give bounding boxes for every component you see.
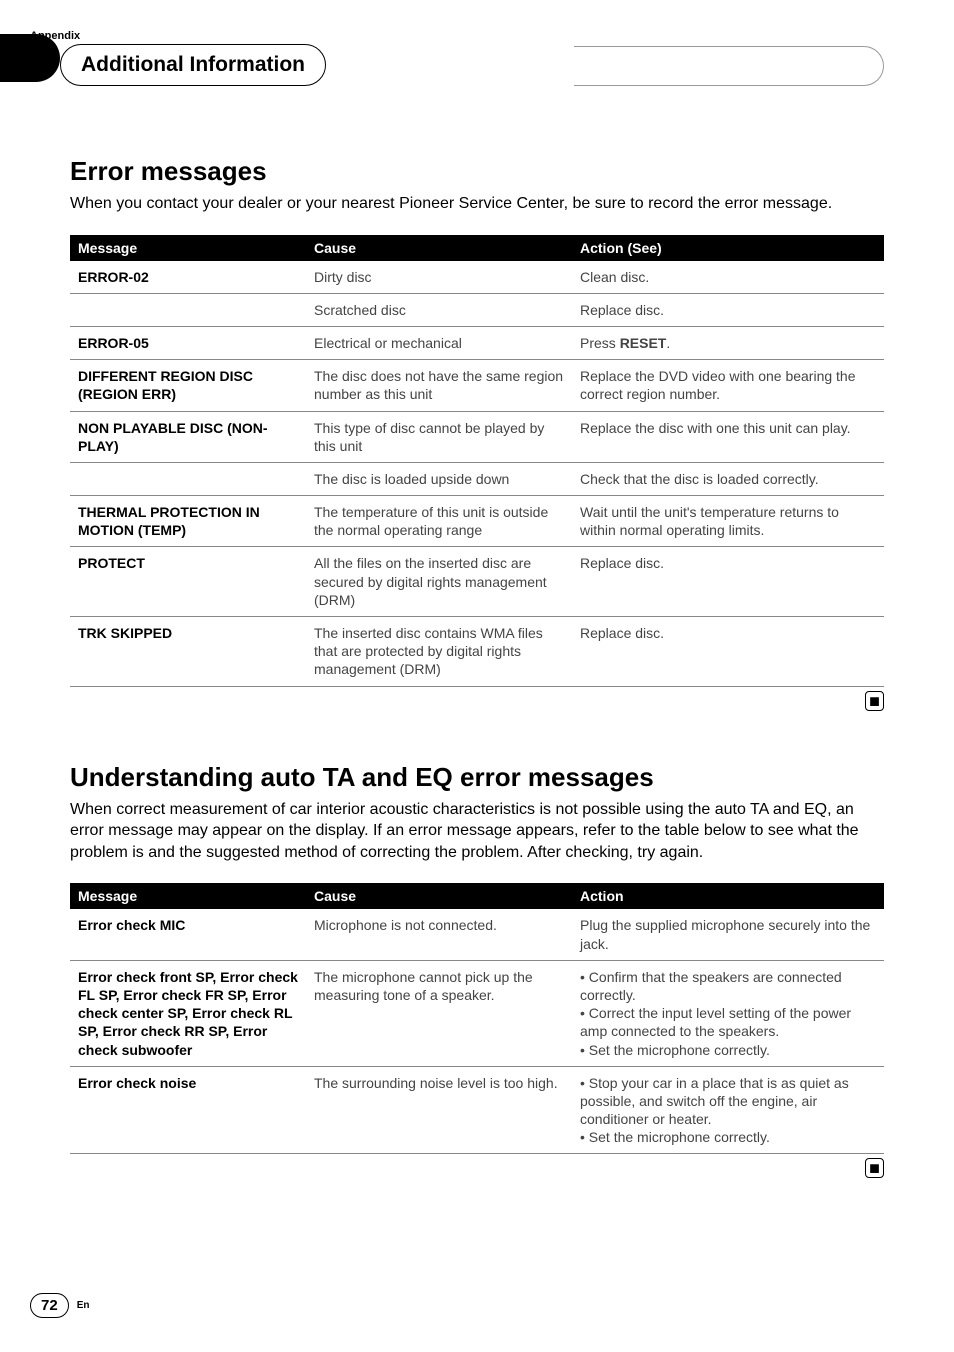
table-row: Error check MICMicrophone is not connect…	[70, 909, 884, 960]
th-cause: Cause	[306, 235, 572, 261]
table-row: DIFFERENT REGION DISC (REGION ERR)The di…	[70, 360, 884, 411]
section2-title: Understanding auto TA and EQ error messa…	[70, 762, 884, 793]
table-row: The disc is loaded upside downCheck that…	[70, 462, 884, 495]
section1-intro: When you contact your dealer or your nea…	[70, 193, 884, 215]
section2-intro: When correct measurement of car interior…	[70, 799, 884, 864]
table-row: PROTECTAll the files on the inserted dis…	[70, 547, 884, 617]
error-table-1: Message Cause Action (See) ERROR-02Dirty…	[70, 235, 884, 687]
lang-label: En	[77, 1300, 90, 1311]
table-row: Error check front SP, Error check FL SP,…	[70, 960, 884, 1066]
th-action: Action (See)	[572, 235, 884, 261]
table-row: Scratched discReplace disc.	[70, 293, 884, 326]
th-cause: Cause	[306, 883, 572, 909]
end-mark-2: ■	[70, 1158, 884, 1179]
table-row: ERROR-02Dirty discClean disc.	[70, 261, 884, 294]
header-decor	[574, 46, 884, 86]
page-footer: 72 En	[30, 1293, 89, 1318]
error-table-2: Message Cause Action Error check MICMicr…	[70, 883, 884, 1154]
page-header-title: Additional Information	[60, 44, 326, 86]
th-message: Message	[70, 883, 306, 909]
table-row: NON PLAYABLE DISC (NON-PLAY)This type of…	[70, 411, 884, 462]
th-message: Message	[70, 235, 306, 261]
table-row: TRK SKIPPEDThe inserted disc contains WM…	[70, 617, 884, 687]
table-row: ERROR-05Electrical or mechanicalPress RE…	[70, 326, 884, 359]
section1-title: Error messages	[70, 156, 884, 187]
appendix-label: Appendix	[30, 30, 884, 42]
th-action: Action	[572, 883, 884, 909]
page-number: 72	[30, 1293, 69, 1318]
end-mark-1: ■	[70, 691, 884, 712]
table-row: Error check noiseThe surrounding noise l…	[70, 1066, 884, 1154]
section-tab	[0, 34, 60, 82]
table-row: THERMAL PROTECTION IN MOTION (TEMP)The t…	[70, 496, 884, 547]
